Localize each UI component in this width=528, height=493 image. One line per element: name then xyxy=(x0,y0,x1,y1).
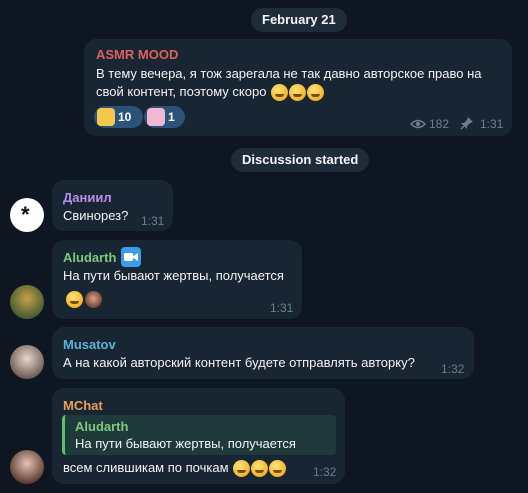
post-time: 1:31 xyxy=(480,117,504,131)
message-time: 1:32 xyxy=(313,465,337,479)
laughing-emoji-icon xyxy=(307,84,325,102)
message-author[interactable]: MChat xyxy=(63,398,103,413)
message-bubble[interactable]: Aludarth На пути бывают жертвы, получает… xyxy=(52,240,302,319)
message-time: 1:31 xyxy=(270,301,294,315)
laughing-emoji-icon xyxy=(251,460,269,478)
quote-text: На пути бывают жертвы, получается xyxy=(75,436,296,451)
message-text: Свинорез? xyxy=(63,208,129,223)
reply-quote[interactable]: Aludarth На пути бывают жертвы, получает… xyxy=(62,415,336,455)
quote-author: Aludarth xyxy=(75,419,129,434)
laughing-emoji-icon xyxy=(289,84,307,102)
asterisk-icon: * xyxy=(21,202,30,227)
message-time: 1:31 xyxy=(141,214,165,228)
avatar-mchat[interactable] xyxy=(10,450,44,484)
laughing-emoji-icon xyxy=(66,291,83,308)
message-text: На пути бывают жертвы, получается xyxy=(63,268,284,283)
sticker-woman-icon xyxy=(85,291,102,308)
date-separator: February 21 xyxy=(251,8,347,32)
laughing-emoji-icon xyxy=(233,460,251,478)
message-bubble[interactable]: MChat Aludarth На пути бывают жертвы, по… xyxy=(52,388,345,484)
message-text: всем слившикам по почкам xyxy=(63,459,287,478)
reaction-party[interactable]: 10 xyxy=(94,106,143,128)
pin-icon xyxy=(460,117,473,130)
avatar-musatov[interactable] xyxy=(10,345,44,379)
party-face-icon xyxy=(97,108,115,126)
post-text-line2: свой контент, поэтому скоро xyxy=(96,83,325,102)
post-text-line1: В тему вечера, я тож зарегала не так дав… xyxy=(96,66,482,81)
eye-icon xyxy=(410,119,426,129)
message-time: 1:32 xyxy=(441,362,465,376)
message-author[interactable]: Aludarth xyxy=(63,250,116,265)
message-author[interactable]: Даниил xyxy=(63,190,112,205)
channel-post-bubble[interactable]: ASMR MOOD В тему вечера, я тож зарегала … xyxy=(84,39,512,136)
message-text: А на какой авторский контент будете отпр… xyxy=(63,355,415,370)
video-camera-icon xyxy=(121,247,141,267)
avatar-aludarth[interactable] xyxy=(10,285,44,319)
message-author[interactable]: Musatov xyxy=(63,337,116,352)
cake-face-icon xyxy=(147,108,165,126)
discussion-separator: Discussion started xyxy=(231,148,370,172)
laughing-emoji-icon xyxy=(271,84,289,102)
post-views: 182 xyxy=(429,117,450,131)
reaction-cake[interactable]: 1 xyxy=(144,106,185,128)
avatar-daniil[interactable]: * xyxy=(10,198,44,232)
message-bubble[interactable]: Даниил Свинорез? 1:31 xyxy=(52,180,173,231)
laughing-emoji-icon xyxy=(269,460,287,478)
message-bubble[interactable]: Musatov А на какой авторский контент буд… xyxy=(52,327,474,379)
post-author[interactable]: ASMR MOOD xyxy=(96,47,178,62)
